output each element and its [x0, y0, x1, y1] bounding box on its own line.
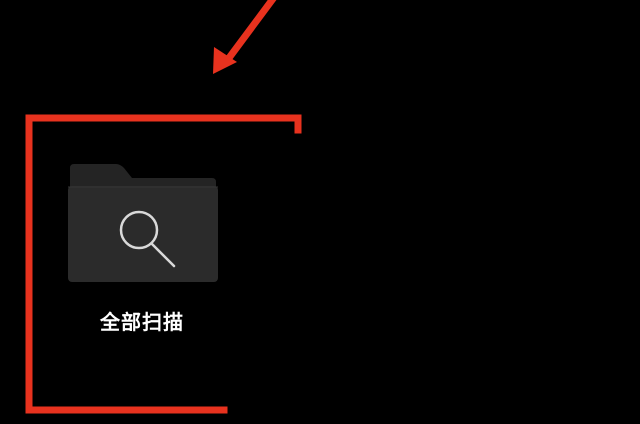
app-canvas: 全部扫描	[0, 0, 640, 424]
scan-all-label: 全部扫描	[100, 310, 184, 334]
folder-search-icon	[66, 160, 218, 284]
scan-all-tile[interactable]: 全部扫描	[66, 160, 222, 340]
